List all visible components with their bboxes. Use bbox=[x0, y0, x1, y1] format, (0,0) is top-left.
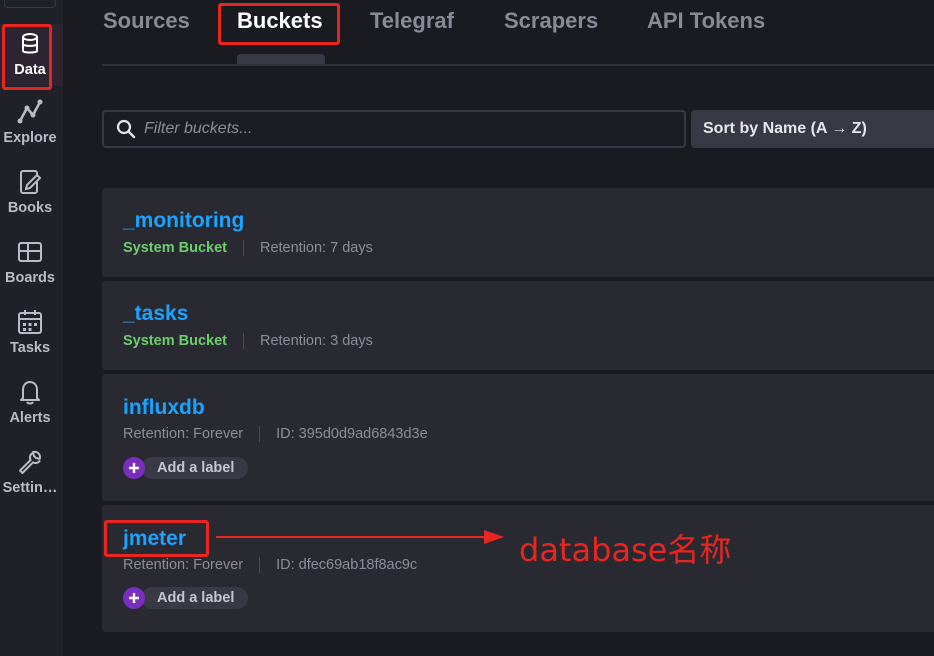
add-label-button[interactable]: Add a label bbox=[123, 457, 249, 479]
filter-buckets-input[interactable] bbox=[144, 120, 684, 138]
meta-divider bbox=[259, 557, 261, 573]
active-tab-indicator bbox=[237, 54, 325, 64]
retention-text: Retention: 7 days bbox=[259, 240, 373, 256]
bucket-id-text: ID: 395d0d9ad6843d3e bbox=[276, 426, 428, 442]
retention-text: Retention: Forever bbox=[123, 426, 244, 442]
bucket-card: influxdb Retention: Forever ID: 395d0d9a… bbox=[102, 374, 934, 501]
add-label-text: Add a label bbox=[141, 587, 249, 609]
add-label-text: Add a label bbox=[141, 457, 249, 479]
tab-telegraf[interactable]: Telegraf bbox=[370, 8, 454, 34]
database-icon bbox=[16, 30, 44, 58]
notebook-icon bbox=[16, 168, 44, 196]
plus-icon bbox=[123, 587, 145, 609]
graph-icon bbox=[16, 98, 44, 126]
annotation-arrow-icon bbox=[216, 530, 504, 544]
bucket-meta: System Bucket Retention: 3 days bbox=[123, 333, 373, 349]
tab-scrapers[interactable]: Scrapers bbox=[504, 8, 598, 34]
bucket-card: jmeter Retention: Forever ID: dfec69ab18… bbox=[102, 505, 934, 632]
bucket-name-link[interactable]: _tasks bbox=[123, 302, 188, 326]
system-bucket-badge: System Bucket bbox=[123, 333, 227, 349]
calendar-icon bbox=[16, 308, 44, 336]
tab-api-tokens[interactable]: API Tokens bbox=[647, 8, 765, 34]
bucket-meta: Retention: Forever ID: dfec69ab18f8ac9c bbox=[123, 557, 417, 573]
tab-bar: Sources Buckets Telegraf Scrapers API To… bbox=[102, 0, 934, 66]
meta-divider bbox=[259, 426, 261, 442]
sort-dropdown[interactable]: Sort by Name (A → Z) bbox=[691, 110, 934, 148]
bucket-name-link[interactable]: _monitoring bbox=[123, 209, 244, 233]
sidebar-item-settings[interactable]: Settin… bbox=[0, 448, 60, 514]
filter-buckets-field bbox=[102, 110, 686, 148]
bucket-card: _tasks System Bucket Retention: 3 days bbox=[102, 281, 934, 370]
sidebar-item-explore[interactable]: Explore bbox=[0, 98, 60, 164]
sidebar-item-alerts[interactable]: Alerts bbox=[0, 378, 60, 444]
tab-sources[interactable]: Sources bbox=[103, 8, 190, 34]
sidebar-item-label: Settin… bbox=[2, 480, 58, 496]
bucket-card: _monitoring System Bucket Retention: 7 d… bbox=[102, 188, 934, 277]
sidebar-item-boards[interactable]: Boards bbox=[0, 238, 60, 304]
bucket-id-text: ID: dfec69ab18f8ac9c bbox=[276, 557, 418, 573]
sidebar-nav: Data Explore Books Boards Tasks Alerts S… bbox=[0, 0, 63, 656]
retention-text: Retention: Forever bbox=[123, 557, 244, 573]
plus-icon bbox=[123, 457, 145, 479]
meta-divider bbox=[242, 240, 244, 256]
sidebar-item-label: Explore bbox=[3, 130, 57, 146]
sidebar-item-label: Alerts bbox=[9, 410, 51, 426]
bell-icon bbox=[16, 378, 44, 406]
sidebar-item-books[interactable]: Books bbox=[0, 168, 60, 234]
annotation-text: database名称 bbox=[519, 531, 732, 569]
search-icon bbox=[116, 119, 136, 139]
bucket-meta: System Bucket Retention: 7 days bbox=[123, 240, 373, 256]
system-bucket-badge: System Bucket bbox=[123, 240, 227, 256]
meta-divider bbox=[242, 333, 244, 349]
sidebar-item-label: Data bbox=[14, 62, 46, 78]
bucket-meta: Retention: Forever ID: 395d0d9ad6843d3e bbox=[123, 426, 428, 442]
sidebar-item-label: Tasks bbox=[9, 340, 51, 356]
dashboard-icon bbox=[16, 238, 44, 266]
sidebar-item-label: Books bbox=[7, 200, 53, 216]
sidebar-item-data[interactable]: Data bbox=[0, 30, 60, 96]
bucket-name-link[interactable]: influxdb bbox=[123, 396, 205, 420]
sidebar-item-tasks[interactable]: Tasks bbox=[0, 308, 60, 374]
tab-buckets[interactable]: Buckets bbox=[237, 8, 323, 34]
add-label-button[interactable]: Add a label bbox=[123, 587, 249, 609]
sidebar-top-stub bbox=[4, 0, 56, 8]
bucket-name-link[interactable]: jmeter bbox=[123, 527, 186, 551]
wrench-icon bbox=[16, 448, 44, 476]
retention-text: Retention: 3 days bbox=[259, 333, 373, 349]
sidebar-item-label: Boards bbox=[5, 270, 55, 286]
